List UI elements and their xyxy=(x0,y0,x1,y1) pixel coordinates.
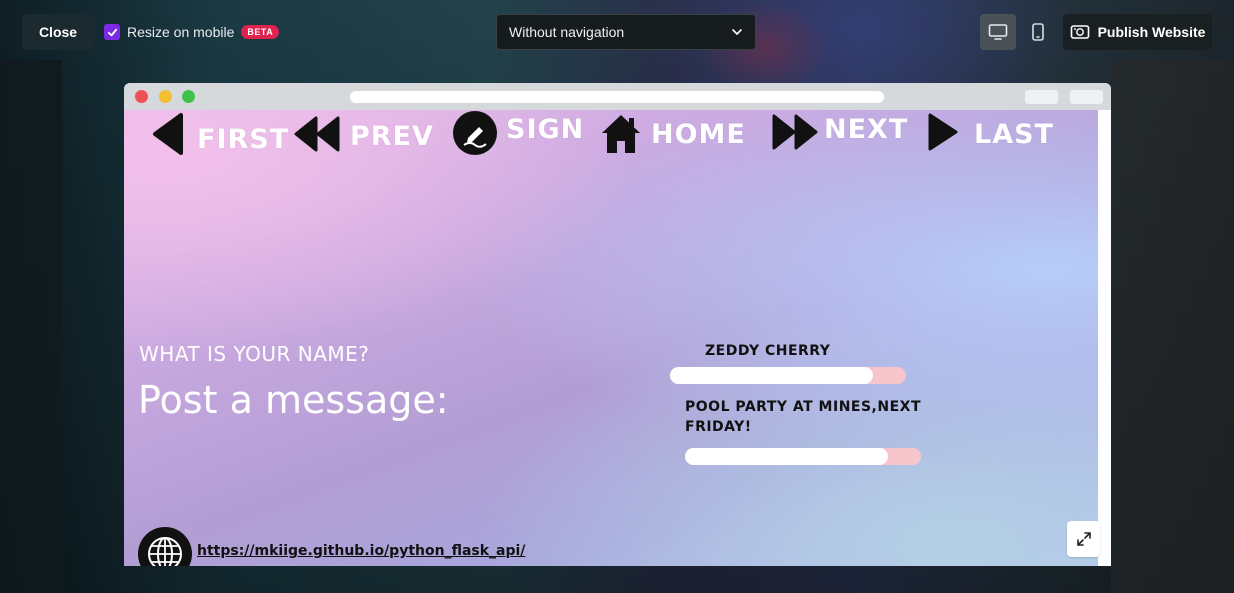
expand-icon xyxy=(1076,532,1091,546)
message-input-bar[interactable] xyxy=(685,448,921,465)
navigation-select-value: Without navigation xyxy=(509,24,625,40)
nav-sign-link[interactable]: SIGN xyxy=(452,110,584,156)
beta-badge: BETA xyxy=(241,25,280,39)
window-minimize-dot xyxy=(159,90,172,103)
chevron-down-icon xyxy=(732,29,742,35)
globe-icon xyxy=(138,527,192,566)
preview-scroll-edge xyxy=(1098,110,1111,566)
guestbook-entry-message: POOL PARTY AT MINES,NEXT FRIDAY! xyxy=(685,399,921,435)
desktop-icon xyxy=(988,24,1008,40)
rewind-icon xyxy=(294,116,340,152)
caret-right-icon xyxy=(928,113,958,151)
browser-button xyxy=(1070,90,1103,104)
address-bar xyxy=(350,91,884,103)
nav-next-link[interactable]: NEXT xyxy=(772,112,908,152)
caret-left-icon xyxy=(153,113,183,155)
name-input-bar[interactable] xyxy=(670,367,906,384)
fast-forward-icon xyxy=(772,114,818,150)
nav-home-label: HOME xyxy=(651,118,746,150)
publish-website-button[interactable]: Publish Website xyxy=(1063,14,1212,50)
resize-on-mobile-label: Resize on mobile xyxy=(127,24,235,40)
pen-icon xyxy=(453,111,497,155)
mobile-icon xyxy=(1032,23,1044,41)
website-page: FIRST PREV SIGN HOME NEXT LAST WHAT IS Y… xyxy=(124,110,1098,566)
project-url-link[interactable]: https://mkiige.github.io/python_flask_ap… xyxy=(197,543,525,559)
nav-first-link[interactable]: FIRST xyxy=(151,112,289,156)
nav-sign-label: SIGN xyxy=(506,113,585,145)
nav-prev-link[interactable]: PREV xyxy=(294,114,434,154)
browser-button xyxy=(1025,90,1058,104)
checkbox-checked-icon[interactable] xyxy=(104,24,120,40)
navigation-select[interactable]: Without navigation xyxy=(496,14,756,50)
home-icon xyxy=(602,115,640,153)
nav-prev-label: PREV xyxy=(350,120,434,152)
nav-next-label: NEXT xyxy=(824,113,909,145)
publish-website-label: Publish Website xyxy=(1097,24,1206,40)
publish-icon xyxy=(1070,25,1089,39)
editor-side-panel xyxy=(0,60,62,593)
post-message-heading: Post a message: xyxy=(138,378,449,422)
nav-last-label: LAST xyxy=(974,118,1054,150)
resize-on-mobile-toggle[interactable]: Resize on mobile BETA xyxy=(104,22,280,42)
name-question-label: WHAT IS YOUR NAME? xyxy=(139,342,370,366)
window-maximize-dot xyxy=(182,90,195,103)
window-close-dot xyxy=(135,90,148,103)
website-preview-frame: FIRST PREV SIGN HOME NEXT LAST WHAT IS Y… xyxy=(124,83,1111,566)
editor-right-panel xyxy=(1111,60,1234,593)
guestbook-entry-name: ZEDDY CHERRY xyxy=(705,343,831,359)
nav-first-label: FIRST xyxy=(197,123,290,155)
close-button[interactable]: Close xyxy=(22,14,94,50)
mobile-view-button[interactable] xyxy=(1020,14,1056,50)
nav-last-link[interactable]: LAST xyxy=(926,112,1054,152)
fullscreen-button[interactable] xyxy=(1067,521,1100,557)
nav-home-link[interactable]: HOME xyxy=(599,112,746,156)
browser-chrome xyxy=(124,83,1111,110)
desktop-view-button[interactable] xyxy=(980,14,1016,50)
